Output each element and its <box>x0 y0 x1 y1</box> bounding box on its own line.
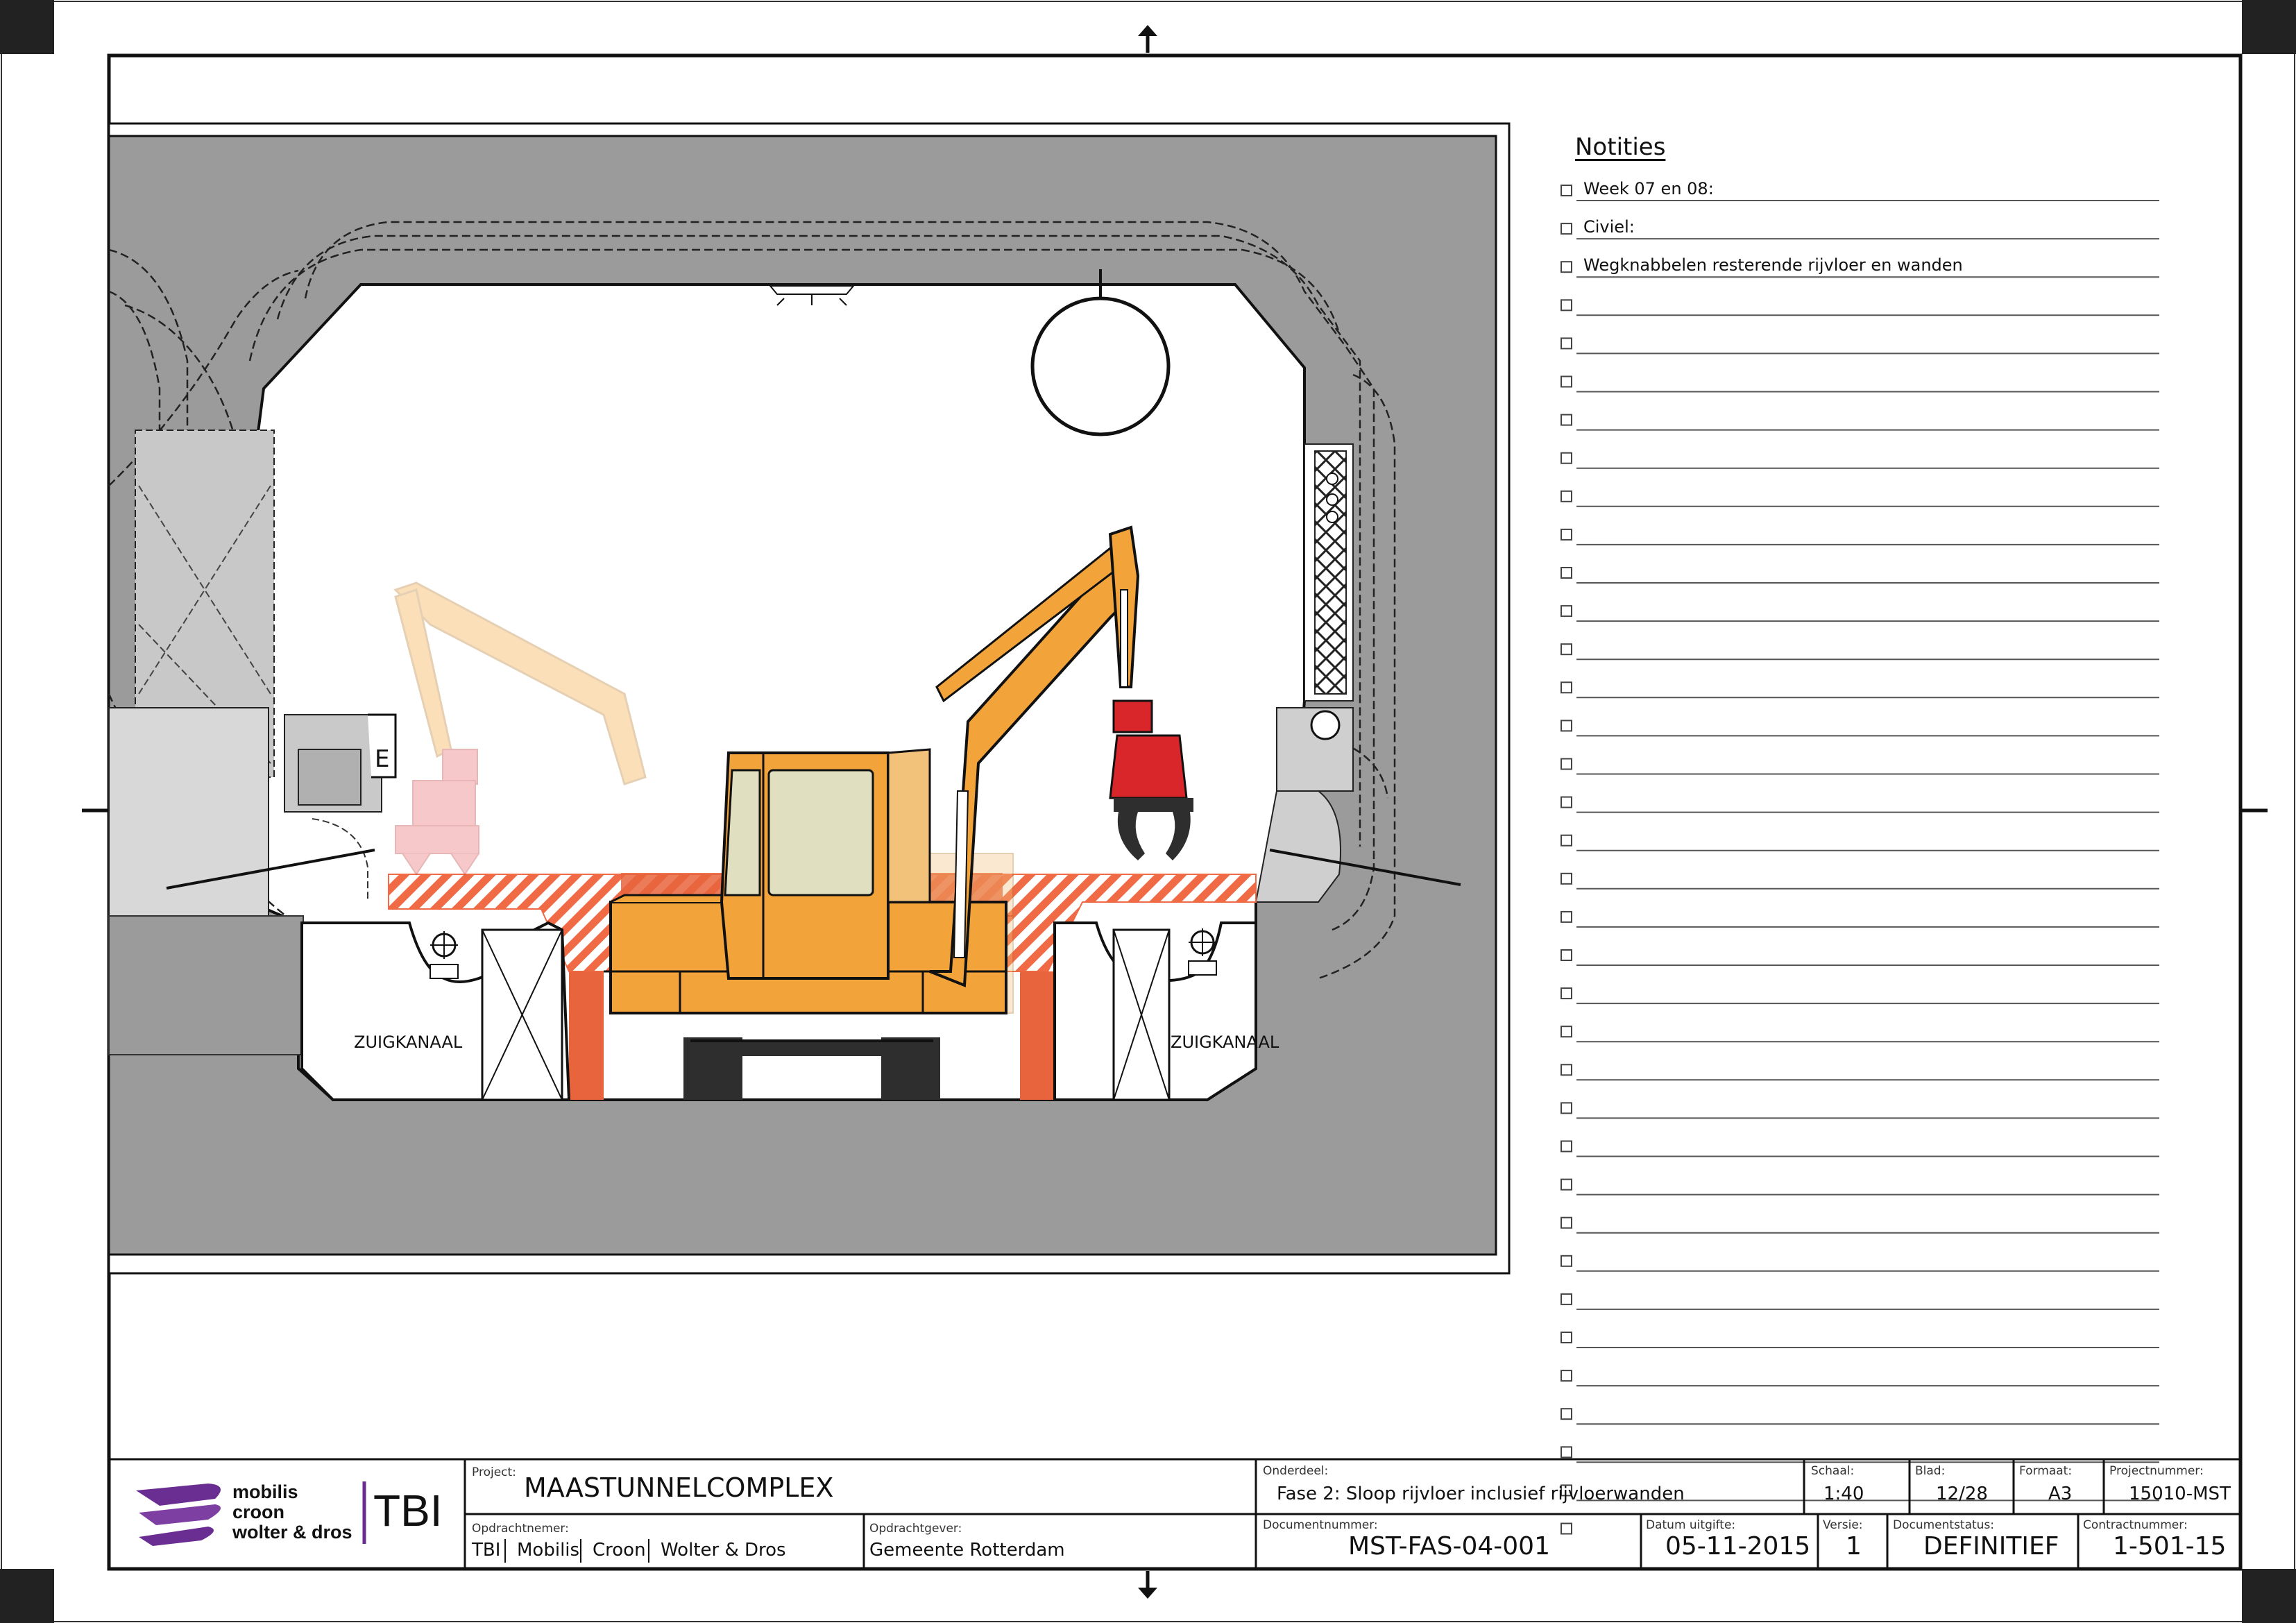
note-checkbox[interactable] <box>1561 337 1572 350</box>
blad-label: Blad: <box>1915 1464 1946 1478</box>
svg-text:E: E <box>375 745 389 773</box>
projectnummer-label: Projectnummer: <box>2109 1464 2204 1478</box>
note-checkbox[interactable] <box>1561 910 1572 923</box>
opdrachtnemer-wolter-dros: Wolter & Dros <box>661 1540 786 1561</box>
blad-value: 12/28 <box>1936 1484 1988 1504</box>
note-checkbox[interactable] <box>1561 720 1572 732</box>
contractnummer-label: Contractnummer: <box>2083 1518 2188 1532</box>
schaal-value: 1:40 <box>1823 1484 1864 1504</box>
opdrachtnemer-mobilis: Mobilis <box>517 1540 580 1561</box>
schaal-label: Schaal: <box>1811 1464 1855 1478</box>
logo-line: croon <box>232 1502 285 1522</box>
status-label: Documentstatus: <box>1893 1518 1995 1532</box>
note-checkbox[interactable] <box>1561 261 1572 273</box>
logo-tbi: TBI <box>373 1486 443 1536</box>
logo-line: wolter & dros <box>232 1522 352 1543</box>
onderdeel-value: Fase 2: Sloop rijvloer inclusief rijvloe… <box>1277 1484 1685 1504</box>
note-checkbox[interactable] <box>1561 987 1572 1000</box>
note-checkbox[interactable] <box>1561 643 1572 656</box>
note-checkbox[interactable] <box>1561 1293 1572 1305</box>
contractnummer-value: 1-501-15 <box>2113 1532 2227 1561</box>
formaat-value: A3 <box>2048 1484 2073 1504</box>
projectnummer-value: 15010-MST <box>2129 1484 2231 1504</box>
note-checkbox[interactable] <box>1561 528 1572 541</box>
note-checkbox[interactable] <box>1561 1026 1572 1038</box>
note-checkbox[interactable] <box>1561 490 1572 502</box>
company-logo-mark <box>136 1484 221 1546</box>
opdrachtgever-value: Gemeente Rotterdam <box>869 1540 1065 1561</box>
note-checkbox[interactable] <box>1561 299 1572 312</box>
note-checkbox[interactable] <box>1561 1178 1572 1191</box>
note-checkbox[interactable] <box>1561 1408 1572 1420</box>
datum-label: Datum uitgifte: <box>1646 1518 1736 1532</box>
formaat-label: Formaat: <box>2019 1464 2073 1478</box>
status-value: DEFINITIEF <box>1923 1532 2059 1561</box>
note-checkbox[interactable] <box>1561 1370 1572 1382</box>
note-checkbox[interactable] <box>1561 758 1572 770</box>
note-checkbox[interactable] <box>1561 223 1572 235</box>
tunnel-cross-section: E <box>108 122 1511 1275</box>
label-zuigkanaal-right: ZUIGKANAAL <box>1171 1033 1279 1052</box>
note-checkbox[interactable] <box>1561 1064 1572 1076</box>
note-checkbox[interactable] <box>1561 834 1572 847</box>
note-checkbox[interactable] <box>1561 452 1572 464</box>
notes-title: Notities <box>1575 133 1666 161</box>
note-checkbox[interactable] <box>1561 567 1572 579</box>
note-checkbox[interactable] <box>1561 1102 1572 1114</box>
note-checkbox[interactable] <box>1561 681 1572 694</box>
opdrachtnemer-croon: Croon <box>593 1540 646 1561</box>
note-checkbox[interactable] <box>1561 1522 1572 1535</box>
note-checkbox[interactable] <box>1561 1216 1572 1229</box>
note-item: Wegknabbelen resterende rijvloer en wand… <box>1583 255 1963 275</box>
note-checkbox[interactable] <box>1561 1255 1572 1267</box>
suction-channel-right <box>1053 921 1257 1101</box>
note-item: Civiel: <box>1583 217 1635 237</box>
opdrachtnemer-tbi: TBI <box>472 1540 501 1561</box>
logo-company-names: mobilis croon wolter & dros <box>232 1482 352 1543</box>
versie-value: 1 <box>1846 1532 1862 1561</box>
datum-value: 05-11-2015 <box>1665 1532 1811 1561</box>
note-checkbox[interactable] <box>1561 1140 1572 1153</box>
note-checkbox[interactable] <box>1561 1446 1572 1459</box>
note-checkbox[interactable] <box>1561 872 1572 885</box>
note-checkbox[interactable] <box>1561 375 1572 388</box>
note-checkbox[interactable] <box>1561 796 1572 808</box>
note-checkbox[interactable] <box>1561 605 1572 618</box>
project-value: MAASTUNNELCOMPLEX <box>524 1472 834 1503</box>
label-zuigkanaal-left: ZUIGKANAAL <box>354 1033 463 1052</box>
suction-channel-left <box>300 921 571 1101</box>
opdrachtgever-label: Opdrachtgever: <box>869 1522 962 1536</box>
versie-label: Versie: <box>1823 1518 1863 1532</box>
project-label: Project: <box>472 1465 516 1479</box>
note-checkbox[interactable] <box>1561 414 1572 426</box>
drawing-sheet: E <box>0 0 2296 1623</box>
note-checkbox[interactable] <box>1561 185 1572 196</box>
logo-line: mobilis <box>232 1481 298 1502</box>
opdrachtnemer-label: Opdrachtnemer: <box>472 1522 569 1536</box>
documentnummer-label: Documentnummer: <box>1263 1518 1378 1532</box>
documentnummer-value: MST-FAS-04-001 <box>1348 1532 1550 1561</box>
note-checkbox[interactable] <box>1561 1332 1572 1343</box>
note-checkbox[interactable] <box>1561 949 1572 961</box>
note-item: Week 07 en 08: <box>1583 179 1714 198</box>
onderdeel-label: Onderdeel: <box>1263 1464 1329 1478</box>
